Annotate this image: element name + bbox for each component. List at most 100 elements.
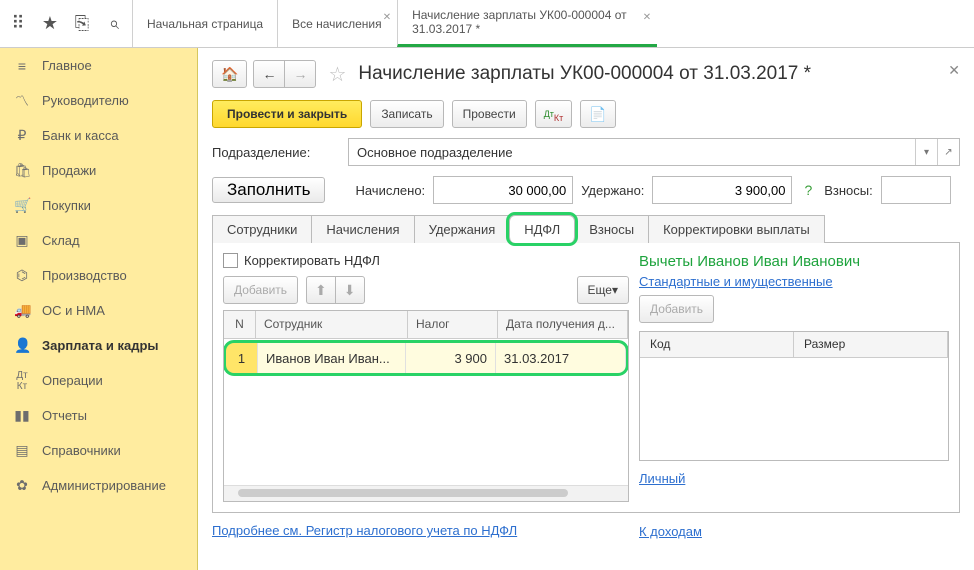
dtkt-icon: ДтКт bbox=[14, 370, 30, 392]
sidebar-item-bank[interactable]: ₽Банк и касса bbox=[0, 118, 197, 153]
col-code[interactable]: Код bbox=[640, 332, 794, 357]
post-close-button[interactable]: Провести и закрыть bbox=[212, 100, 362, 128]
tab-content: Корректировать НДФЛ Добавить ⬆ ⬇ Еще ▾ N… bbox=[212, 243, 960, 513]
accrued-label: Начислено: bbox=[355, 183, 425, 198]
chevron-down-icon[interactable]: ▾ bbox=[915, 139, 937, 165]
forward-button[interactable]: → bbox=[284, 60, 316, 88]
sidebar-item-sales[interactable]: 🛍Продажи bbox=[0, 153, 197, 188]
star-icon[interactable]: ★ bbox=[40, 13, 60, 34]
action-toolbar: Провести и закрыть Записать Провести ДтК… bbox=[212, 100, 960, 128]
tab-ndfl[interactable]: НДФЛ bbox=[509, 215, 575, 243]
table-row[interactable]: 1 Иванов Иван Иван... 3 900 31.03.2017 bbox=[226, 343, 626, 373]
deductions-title: Вычеты Иванов Иван Иванович bbox=[639, 253, 949, 270]
window-tabs: Начальная страница Все начисления ✕ Начи… bbox=[132, 0, 974, 47]
tab-accruals[interactable]: Начисления bbox=[311, 215, 414, 243]
truck-icon: 🚚 bbox=[14, 302, 30, 319]
register-link[interactable]: Подробнее см. Регистр налогового учета п… bbox=[212, 523, 517, 538]
withheld-input[interactable] bbox=[652, 176, 792, 204]
sidebar-item-assets[interactable]: 🚚ОС и НМА bbox=[0, 293, 197, 328]
close-icon[interactable]: ✕ bbox=[383, 12, 391, 23]
correct-ndfl-checkbox[interactable] bbox=[223, 253, 238, 268]
col-date[interactable]: Дата получения д... bbox=[498, 311, 628, 338]
move-down-button[interactable]: ⬇ bbox=[335, 276, 365, 304]
sidebar-item-manager[interactable]: 〽Руководителю bbox=[0, 83, 197, 118]
contrib-label: Взносы: bbox=[824, 183, 873, 198]
tab-all-accruals[interactable]: Все начисления ✕ bbox=[277, 0, 397, 47]
col-tax[interactable]: Налог bbox=[408, 311, 498, 338]
totals-row: Заполнить Начислено: Удержано: ? Взносы: bbox=[212, 176, 960, 204]
search-icon[interactable]: ⌕ bbox=[104, 13, 124, 34]
apps-icon[interactable]: ⠿ bbox=[8, 13, 28, 34]
favorite-icon[interactable]: ☆ bbox=[322, 62, 352, 87]
std-deductions-link[interactable]: Стандартные и имущественные bbox=[639, 274, 833, 289]
sidebar-item-reports[interactable]: ▮▮Отчеты bbox=[0, 398, 197, 433]
top-bar: ⠿ ★ ⎘ ⌕ Начальная страница Все начислени… bbox=[0, 0, 974, 48]
top-icon-group: ⠿ ★ ⎘ ⌕ bbox=[0, 0, 132, 47]
to-income-link[interactable]: К доходам bbox=[639, 524, 949, 539]
cart-icon: 🛒 bbox=[14, 197, 30, 214]
sidebar-item-operations[interactable]: ДтКтОперации bbox=[0, 363, 197, 398]
close-icon[interactable]: ✕ bbox=[643, 12, 651, 23]
person-icon: 👤 bbox=[14, 337, 30, 354]
sidebar-item-production[interactable]: ⌬Производство bbox=[0, 258, 197, 293]
chart-icon: 〽 bbox=[14, 91, 30, 111]
dtkt-button[interactable]: ДтКт bbox=[535, 100, 573, 128]
ndfl-table: N Сотрудник Налог Дата получения д... 1 … bbox=[223, 310, 629, 502]
sidebar-item-ref[interactable]: ▤Справочники bbox=[0, 433, 197, 468]
factory-icon: ⌬ bbox=[14, 267, 30, 284]
close-icon[interactable]: ✕ bbox=[948, 62, 960, 79]
book-icon: ▤ bbox=[14, 442, 30, 459]
department-row: Подразделение: Основное подразделение ▾ … bbox=[212, 138, 960, 166]
horizontal-scrollbar[interactable] bbox=[224, 485, 628, 501]
department-label: Подразделение: bbox=[212, 145, 340, 160]
deductions-pane: Вычеты Иванов Иван Иванович Стандартные … bbox=[639, 253, 949, 502]
contrib-input[interactable] bbox=[881, 176, 951, 204]
open-icon[interactable]: ↗ bbox=[937, 139, 959, 165]
sidebar: ≡Главное 〽Руководителю ₽Банк и касса 🛍Пр… bbox=[0, 48, 198, 570]
bag-icon: 🛍 bbox=[14, 162, 30, 179]
accrued-input[interactable] bbox=[433, 176, 573, 204]
sidebar-item-admin[interactable]: ✿Администрирование bbox=[0, 468, 197, 503]
post-button[interactable]: Провести bbox=[452, 100, 527, 128]
add-button[interactable]: Добавить bbox=[223, 276, 298, 304]
ruble-icon: ₽ bbox=[14, 127, 30, 144]
tab-payroll-doc[interactable]: Начисление зарплаты УК00-000004 от 31.03… bbox=[397, 0, 657, 47]
help-icon[interactable]: ? bbox=[800, 182, 816, 198]
ndfl-left-pane: Корректировать НДФЛ Добавить ⬆ ⬇ Еще ▾ N… bbox=[223, 253, 629, 502]
col-size[interactable]: Размер bbox=[794, 332, 948, 357]
tab-employees[interactable]: Сотрудники bbox=[212, 215, 312, 243]
withheld-label: Удержано: bbox=[581, 183, 644, 198]
move-up-button[interactable]: ⬆ bbox=[306, 276, 335, 304]
nav-group: ← → bbox=[253, 60, 316, 88]
personal-link[interactable]: Личный bbox=[639, 471, 949, 486]
department-dropdown[interactable]: Основное подразделение ▾ ↗ bbox=[348, 138, 960, 166]
tab-contributions[interactable]: Взносы bbox=[574, 215, 649, 243]
main-area: ✕ 🏠 ← → ☆ Начисление зарплаты УК00-00000… bbox=[198, 48, 974, 570]
sidebar-item-purchases[interactable]: 🛒Покупки bbox=[0, 188, 197, 223]
correct-ndfl-row: Корректировать НДФЛ bbox=[223, 253, 629, 268]
deductions-table: Код Размер bbox=[639, 331, 949, 461]
header-row: 🏠 ← → ☆ Начисление зарплаты УК00-000004 … bbox=[212, 60, 960, 88]
sidebar-item-main[interactable]: ≡Главное bbox=[0, 48, 197, 83]
add-deduction-button[interactable]: Добавить bbox=[639, 295, 714, 323]
more-button[interactable]: Еще ▾ bbox=[577, 276, 629, 304]
write-button[interactable]: Записать bbox=[370, 100, 443, 128]
box-icon: ▣ bbox=[14, 232, 30, 249]
sidebar-item-payroll[interactable]: 👤Зарплата и кадры bbox=[0, 328, 197, 363]
page-title: Начисление зарплаты УК00-000004 от 31.03… bbox=[358, 63, 811, 85]
tab-bar: Сотрудники Начисления Удержания НДФЛ Взн… bbox=[212, 214, 960, 243]
tab-corrections[interactable]: Корректировки выплаты bbox=[648, 215, 825, 243]
fill-button[interactable]: Заполнить bbox=[212, 177, 325, 203]
home-button[interactable]: 🏠 bbox=[212, 60, 247, 88]
col-employee[interactable]: Сотрудник bbox=[256, 311, 408, 338]
back-button[interactable]: ← bbox=[253, 60, 284, 88]
attach-button[interactable]: 📄 bbox=[580, 100, 615, 128]
col-n[interactable]: N bbox=[224, 311, 256, 338]
tab-withholdings[interactable]: Удержания bbox=[414, 215, 511, 243]
bars-icon: ▮▮ bbox=[14, 407, 30, 424]
clipboard-icon[interactable]: ⎘ bbox=[72, 13, 92, 34]
tab-start-page[interactable]: Начальная страница bbox=[132, 0, 277, 47]
sidebar-item-stock[interactable]: ▣Склад bbox=[0, 223, 197, 258]
gear-icon: ✿ bbox=[14, 477, 30, 494]
menu-icon: ≡ bbox=[14, 58, 30, 74]
